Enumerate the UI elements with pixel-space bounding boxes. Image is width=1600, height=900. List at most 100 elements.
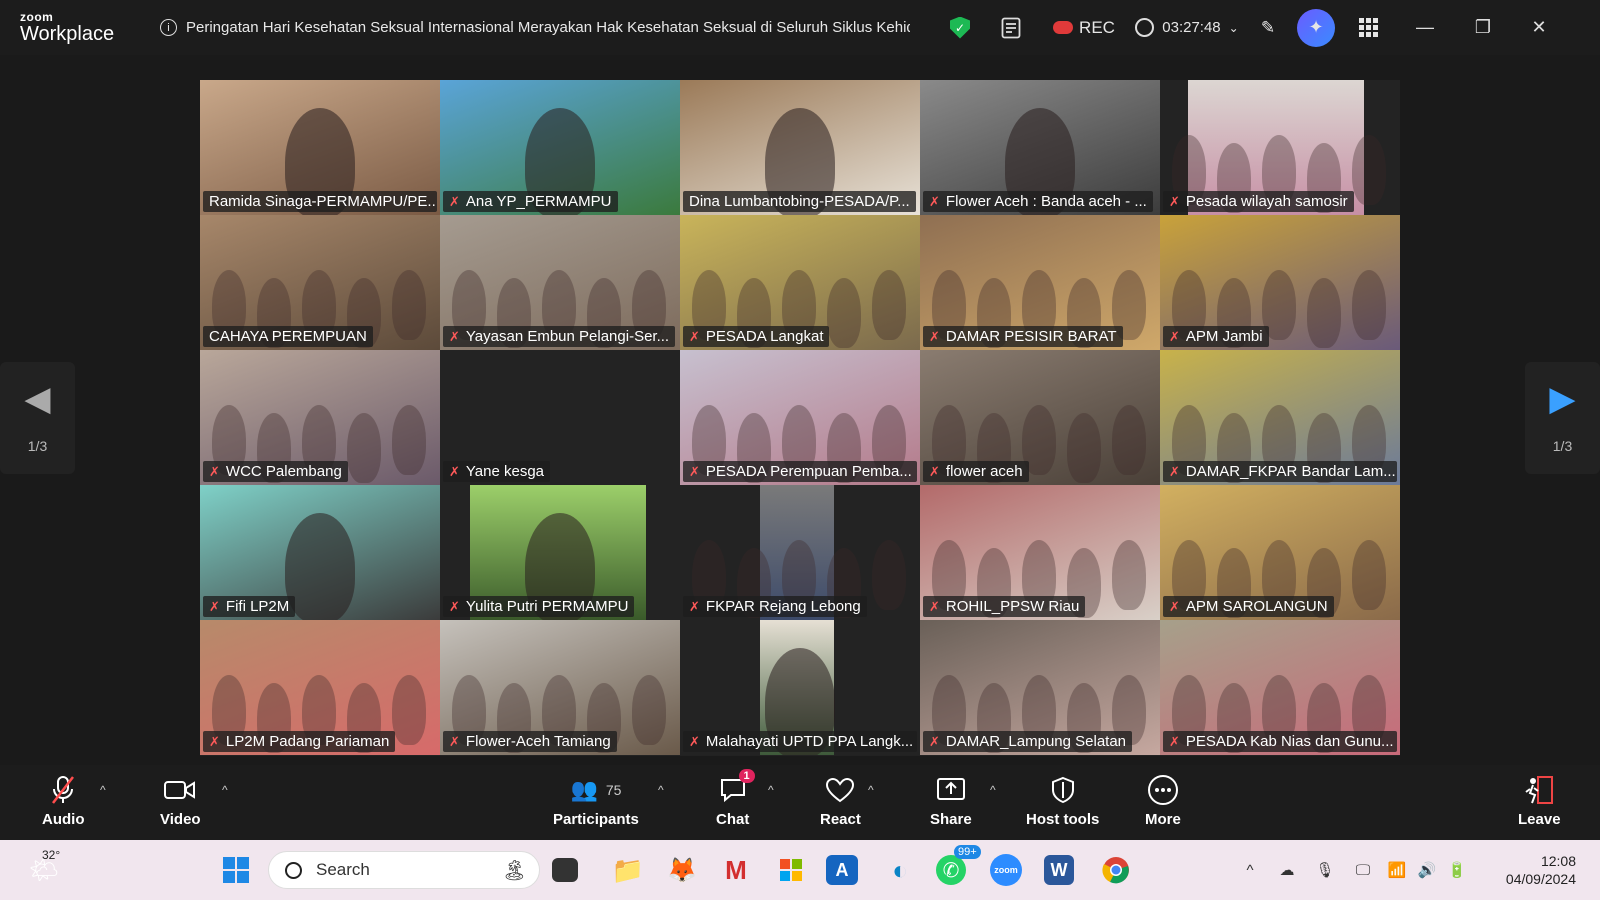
meeting-topic[interactable]: i Peringatan Hari Kesehatan Seksual Inte…: [150, 19, 910, 36]
participant-tile[interactable]: CAHAYA PEREMPUAN: [200, 215, 440, 350]
react-button[interactable]: React: [820, 773, 861, 828]
share-options-caret[interactable]: ^: [990, 783, 996, 797]
host-tools-button[interactable]: Host tools: [1026, 773, 1099, 828]
firefox-icon[interactable]: 🦊: [664, 852, 700, 888]
meeting-timer[interactable]: 03:27:48 ⌄: [1126, 0, 1248, 55]
participant-tile[interactable]: ✗ LP2M Padang Pariaman: [200, 620, 440, 755]
participant-name-tag: ✗ WCC Palembang: [203, 461, 348, 482]
video-options-caret[interactable]: ^: [222, 783, 228, 797]
participant-tile[interactable]: ✗ PESADA Perempuan Pemba...: [680, 350, 920, 485]
participant-tile[interactable]: ✗ DAMAR PESISIR BARAT: [920, 215, 1160, 350]
participant-tile[interactable]: ✗ Flower Aceh : Banda aceh - ...: [920, 80, 1160, 215]
recording-indicator[interactable]: REC: [1042, 0, 1126, 55]
next-page-button[interactable]: ▶ 1/3: [1525, 362, 1600, 474]
zoom-app-icon[interactable]: zoom: [990, 854, 1022, 886]
microsoft-store-icon[interactable]: [773, 852, 809, 888]
participant-tile[interactable]: ✗ ROHIL_PPSW Riau: [920, 485, 1160, 620]
participant-name: FKPAR Rejang Lebong: [705, 598, 861, 615]
participant-tile[interactable]: ✗ Yulita Putri PERMAMPU: [440, 485, 680, 620]
participants-button[interactable]: 👥 75 Participants: [553, 773, 639, 828]
person-figure: [872, 540, 906, 610]
participant-tile[interactable]: ✗ Yane kesga: [440, 350, 680, 485]
participant-name: WCC Palembang: [225, 463, 342, 480]
whatsapp-icon[interactable]: ✆ 99+: [936, 845, 981, 885]
participant-name-tag: ✗ Yane kesga: [443, 461, 551, 482]
mcafee-icon[interactable]: M: [718, 852, 754, 888]
mic-muted-icon: ✗: [929, 598, 940, 614]
leave-button[interactable]: Leave: [1518, 773, 1561, 828]
person-figure: [1307, 278, 1341, 348]
wifi-icon[interactable]: 📶: [1382, 861, 1412, 879]
participant-tile[interactable]: ✗ FKPAR Rejang Lebong: [680, 485, 920, 620]
participants-options-caret[interactable]: ^: [658, 783, 664, 797]
share-button[interactable]: Share: [930, 773, 972, 828]
chat-options-caret[interactable]: ^: [768, 783, 774, 797]
taskbar-clock[interactable]: 12:08 04/09/2024: [1506, 852, 1576, 888]
participant-name-tag: CAHAYA PEREMPUAN: [203, 326, 373, 347]
weather-widget[interactable]: 🌤 32°: [22, 848, 66, 888]
microphone-icon[interactable]: 🎙: [1306, 861, 1344, 879]
volume-icon[interactable]: 🔊: [1412, 861, 1442, 879]
minimize-icon[interactable]: —: [1392, 0, 1458, 55]
participant-name-tag: ✗ LP2M Padang Pariaman: [203, 731, 396, 752]
audio-options-caret[interactable]: ^: [100, 783, 106, 797]
annotate-pen-icon[interactable]: ✎: [1248, 0, 1288, 55]
audio-button[interactable]: Audio: [42, 773, 85, 828]
participant-name-tag: ✗ Flower-Aceh Tamiang: [443, 731, 617, 752]
participant-tile[interactable]: ✗ Malahayati UPTD PPA Langk...: [680, 620, 920, 755]
chrome-icon[interactable]: [1098, 852, 1134, 888]
mic-muted-icon: ✗: [209, 463, 220, 479]
participant-name: CAHAYA PEREMPUAN: [209, 328, 367, 345]
participant-tile[interactable]: ✗ APM SAROLANGUN: [1160, 485, 1400, 620]
file-explorer-icon[interactable]: 📁: [610, 852, 646, 888]
participant-tile[interactable]: ✗ flower aceh: [920, 350, 1160, 485]
task-view-icon[interactable]: [552, 858, 578, 882]
battery-icon[interactable]: 🔋: [1442, 861, 1472, 879]
ai-companion-button[interactable]: ✦: [1288, 0, 1344, 55]
participant-tile[interactable]: ✗ Ana YP_PERMAMPU: [440, 80, 680, 215]
react-options-caret[interactable]: ^: [868, 783, 874, 797]
participant-tile[interactable]: ✗ Yayasan Embun Pelangi-Ser...: [440, 215, 680, 350]
video-button[interactable]: Video: [160, 773, 201, 828]
participant-tile[interactable]: ✗ DAMAR_FKPAR Bandar Lam...: [1160, 350, 1400, 485]
restore-icon[interactable]: ❐: [1458, 0, 1508, 55]
participant-tile[interactable]: ✗ Fifi LP2M: [200, 485, 440, 620]
participant-tile[interactable]: ✗ Flower-Aceh Tamiang: [440, 620, 680, 755]
person-figure: [827, 278, 861, 348]
chat-button[interactable]: 1 Chat: [716, 769, 755, 828]
chevron-up-icon[interactable]: ^: [1232, 862, 1268, 879]
close-icon[interactable]: ✕: [1508, 0, 1570, 55]
participant-name-tag: ✗ PESADA Langkat: [683, 326, 830, 347]
participant-name-tag: ✗ DAMAR_Lampung Selatan: [923, 731, 1133, 752]
encryption-shield-icon[interactable]: ✓: [940, 0, 980, 55]
participant-tile[interactable]: ✗ APM Jambi: [1160, 215, 1400, 350]
captions-icon[interactable]: [980, 0, 1042, 55]
clock-icon: [1135, 18, 1155, 37]
windows-taskbar: 🌤 32° Search 🏝 📁 🦊 M A ◐ ✆ 99+ zoom W ^ …: [0, 840, 1600, 900]
participant-tile[interactable]: ✗ WCC Palembang: [200, 350, 440, 485]
clock-time: 12:08: [1540, 853, 1576, 869]
previous-page-button[interactable]: ◀ 1/3: [0, 362, 75, 474]
left-arrow-icon: ◀: [24, 380, 51, 418]
participant-tile[interactable]: Dina Lumbantobing-PESADA/P...: [680, 80, 920, 215]
participant-tile[interactable]: ✗ PESADA Langkat: [680, 215, 920, 350]
participant-tile[interactable]: Ramida Sinaga-PERMAMPU/PE...: [200, 80, 440, 215]
participant-name: DAMAR PESISIR BARAT: [945, 328, 1117, 345]
adobe-acrobat-icon[interactable]: A: [826, 855, 858, 885]
participant-tile[interactable]: ✗ Pesada wilayah samosir: [1160, 80, 1400, 215]
onedrive-icon[interactable]: ☁: [1268, 861, 1306, 879]
apps-grid-icon[interactable]: [1344, 0, 1392, 55]
participant-tile[interactable]: ✗ PESADA Kab Nias dan Gunu...: [1160, 620, 1400, 755]
edge-icon[interactable]: ◐: [882, 852, 918, 888]
participant-tile[interactable]: ✗ DAMAR_Lampung Selatan: [920, 620, 1160, 755]
mic-muted-icon: ✗: [929, 328, 940, 344]
taskbar-search[interactable]: Search 🏝: [268, 851, 540, 889]
mic-muted-icon: ✗: [1169, 193, 1180, 209]
display-icon[interactable]: 🖵: [1344, 862, 1382, 879]
more-button[interactable]: More: [1145, 773, 1181, 828]
participant-name: Ana YP_PERMAMPU: [465, 193, 612, 210]
info-icon[interactable]: i: [160, 19, 177, 36]
windows-start-icon[interactable]: [218, 852, 254, 888]
participant-name-tag: ✗ APM SAROLANGUN: [1163, 596, 1334, 617]
word-icon[interactable]: W: [1044, 855, 1074, 885]
